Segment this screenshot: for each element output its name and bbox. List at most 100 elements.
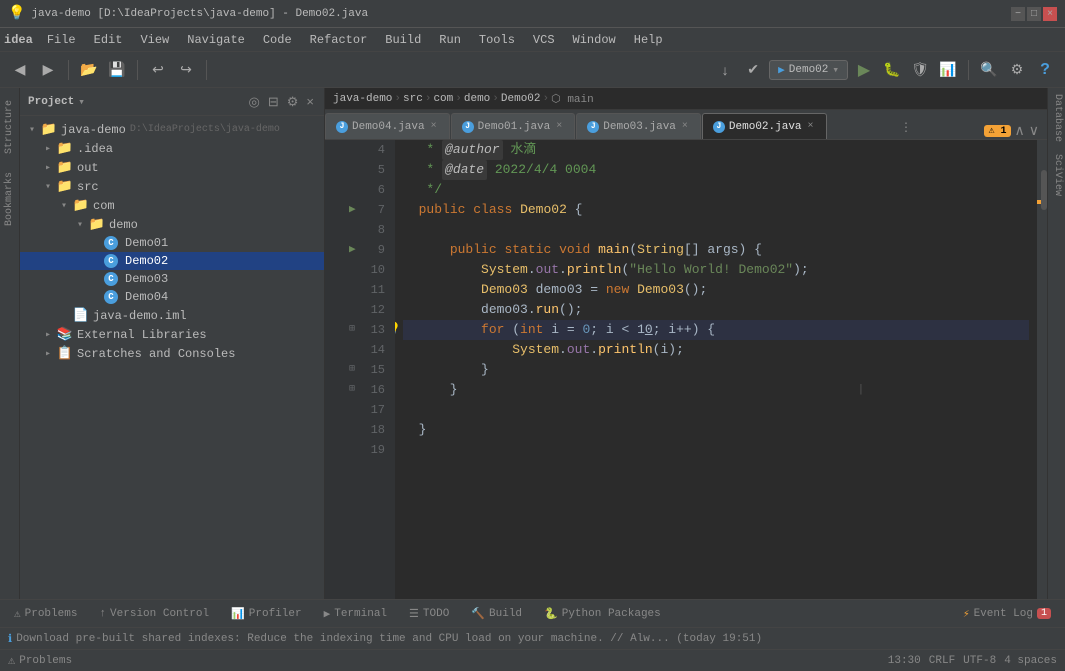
tree-label-src: src xyxy=(77,180,99,194)
maximize-button[interactable]: □ xyxy=(1027,7,1041,21)
fold-13[interactable]: ⊞ xyxy=(349,320,355,340)
tab-close-Demo03[interactable]: × xyxy=(680,121,690,132)
bookmarks-panel-tab[interactable]: Bookmarks xyxy=(2,164,17,234)
tree-item-ext-lib[interactable]: ▸ 📚 External Libraries xyxy=(20,325,324,344)
warning-nav-up[interactable]: ∧ xyxy=(1015,122,1025,139)
structure-panel-tab[interactable]: Structure xyxy=(2,92,17,162)
coverage-button[interactable]: 🛡 xyxy=(908,58,932,82)
bottom-tab-event-log[interactable]: ⚡ Event Log 1 xyxy=(953,604,1061,624)
help-button[interactable]: ? xyxy=(1033,58,1057,82)
back-button[interactable]: ◀ xyxy=(8,58,32,82)
line-num-18: 18 xyxy=(345,420,395,440)
tree-item-demo[interactable]: ▾ 📁 demo xyxy=(20,215,324,234)
tree-item-iml[interactable]: ▸ 📄 java-demo.iml xyxy=(20,306,324,325)
run-arrow-7[interactable]: ▶ xyxy=(349,200,356,220)
undo-button[interactable]: ↩ xyxy=(146,58,170,82)
tab-Demo03[interactable]: J Demo03.java × xyxy=(576,113,701,139)
bottom-tab-python-packages[interactable]: 🐍 Python Packages xyxy=(534,604,671,624)
menu-help[interactable]: Help xyxy=(626,31,671,49)
menu-code[interactable]: Code xyxy=(255,31,300,49)
menu-navigate[interactable]: Navigate xyxy=(179,31,253,49)
tree-settings-button[interactable]: ⚙ xyxy=(285,92,301,112)
debug-button[interactable]: 🐛 xyxy=(880,58,904,82)
menu-run[interactable]: Run xyxy=(431,31,469,49)
breadcrumb-demo[interactable]: demo xyxy=(464,93,490,105)
tree-item-Demo01[interactable]: ▸ C Demo01 xyxy=(20,234,324,252)
tree-item-scratches[interactable]: ▸ 📋 Scratches and Consoles xyxy=(20,344,324,363)
profile-button[interactable]: 📊 xyxy=(936,58,960,82)
status-indent[interactable]: 4 spaces xyxy=(1004,655,1057,667)
save-button[interactable]: 💾 xyxy=(105,58,129,82)
forward-button[interactable]: ▶ xyxy=(36,58,60,82)
breadcrumb-Demo02[interactable]: Demo02 xyxy=(501,93,541,105)
bottom-tab-profiler[interactable]: 📊 Profiler xyxy=(221,604,312,624)
collapse-all-button[interactable]: ⊟ xyxy=(266,92,281,112)
bottom-tab-problems[interactable]: ⚠ Problems xyxy=(4,604,87,624)
tab-close-Demo04[interactable]: × xyxy=(429,121,439,132)
menu-window[interactable]: Window xyxy=(565,31,624,49)
run-config-selector[interactable]: ▶ Demo02 ▾ xyxy=(769,60,848,80)
project-panel-dropdown[interactable]: ▾ xyxy=(78,95,85,109)
tab-close-Demo01[interactable]: × xyxy=(554,121,564,132)
menu-build[interactable]: Build xyxy=(377,31,429,49)
tab-Demo04[interactable]: J Demo04.java × xyxy=(325,113,450,139)
tab-icon-Demo03: J xyxy=(587,121,599,133)
close-panel-button[interactable]: × xyxy=(304,92,316,112)
run-button[interactable]: ▶ xyxy=(852,58,876,82)
vcs-commit-button[interactable]: ✔ xyxy=(741,58,765,82)
bottom-tab-build[interactable]: 🔨 Build xyxy=(461,604,532,624)
menu-view[interactable]: View xyxy=(132,31,177,49)
breadcrumb-main[interactable]: ⬡ main xyxy=(551,92,594,106)
menu-edit[interactable]: Edit xyxy=(86,31,131,49)
scroll-thumb[interactable] xyxy=(1041,170,1047,210)
database-panel-tab[interactable]: Database xyxy=(1048,88,1065,148)
status-problems-item[interactable]: ⚠ Problems xyxy=(8,653,72,668)
tree-item-out[interactable]: ▸ 📁 out xyxy=(20,158,324,177)
tree-item-Demo04[interactable]: ▸ C Demo04 xyxy=(20,288,324,306)
menu-vcs[interactable]: VCS xyxy=(525,31,563,49)
fold-16[interactable]: ⊞ xyxy=(349,380,355,400)
tab-close-Demo02[interactable]: × xyxy=(806,121,816,132)
bottom-tab-terminal[interactable]: ▶ Terminal xyxy=(314,604,397,624)
tree-item-src[interactable]: ▾ 📁 src xyxy=(20,177,324,196)
minimize-button[interactable]: − xyxy=(1011,7,1025,21)
search-everywhere-button[interactable]: 🔍 xyxy=(977,58,1001,82)
app-icon: 💡 xyxy=(8,5,25,22)
status-line-ending[interactable]: CRLF xyxy=(929,655,955,667)
status-encoding[interactable]: UTF-8 xyxy=(963,655,996,667)
close-button[interactable]: × xyxy=(1043,7,1057,21)
sciview-panel-tab[interactable]: SciView xyxy=(1048,148,1065,202)
code-line-15: } xyxy=(403,360,1029,380)
code-editor[interactable]: * @author 水滴 * @date 2022/4/4 0004 */ pu… xyxy=(395,140,1037,599)
tab-label-Demo03: Demo03.java xyxy=(603,121,676,133)
menu-file[interactable]: File xyxy=(39,31,84,49)
menu-refactor[interactable]: Refactor xyxy=(302,31,376,49)
tab-Demo02[interactable]: J Demo02.java × xyxy=(702,113,827,139)
tree-item-Demo02[interactable]: ▸ C Demo02 xyxy=(20,252,324,270)
bottom-tab-version-control[interactable]: ↑ Version Control xyxy=(89,605,219,623)
bottom-tab-todo[interactable]: ☰ TODO xyxy=(399,604,459,624)
tree-arrow-idea: ▸ xyxy=(40,143,56,155)
breadcrumb-java-demo[interactable]: java-demo xyxy=(333,93,392,105)
vcs-update-button[interactable]: ↓ xyxy=(713,58,737,82)
run-arrow-9[interactable]: ▶ xyxy=(349,240,356,260)
menu-tools[interactable]: Tools xyxy=(471,31,523,49)
breadcrumb-com[interactable]: com xyxy=(433,93,453,105)
tree-item-idea[interactable]: ▸ 📁 .idea xyxy=(20,139,324,158)
tree-icon-out: 📁 xyxy=(56,160,74,175)
warning-nav-down[interactable]: ∨ xyxy=(1029,122,1039,139)
status-position[interactable]: 13:30 xyxy=(888,655,921,667)
tree-item-Demo03[interactable]: ▸ C Demo03 xyxy=(20,270,324,288)
tree-item-java-demo-root[interactable]: ▾ 📁 java-demo D:\IdeaProjects\java-demo xyxy=(20,120,324,139)
fold-15[interactable]: ⊞ xyxy=(349,360,355,380)
locate-file-button[interactable]: ◎ xyxy=(247,92,262,112)
redo-button[interactable]: ↪ xyxy=(174,58,198,82)
tab-overflow-button[interactable]: ⋮ xyxy=(892,116,920,139)
breadcrumb-src[interactable]: src xyxy=(403,93,423,105)
bulb-icon-13[interactable]: 💡 xyxy=(395,320,401,340)
annotation-author: @author xyxy=(442,140,503,160)
settings-button[interactable]: ⚙ xyxy=(1005,58,1029,82)
tab-Demo01[interactable]: J Demo01.java × xyxy=(451,113,576,139)
tree-item-com[interactable]: ▾ 📁 com xyxy=(20,196,324,215)
open-file-button[interactable]: 📂 xyxy=(77,58,101,82)
